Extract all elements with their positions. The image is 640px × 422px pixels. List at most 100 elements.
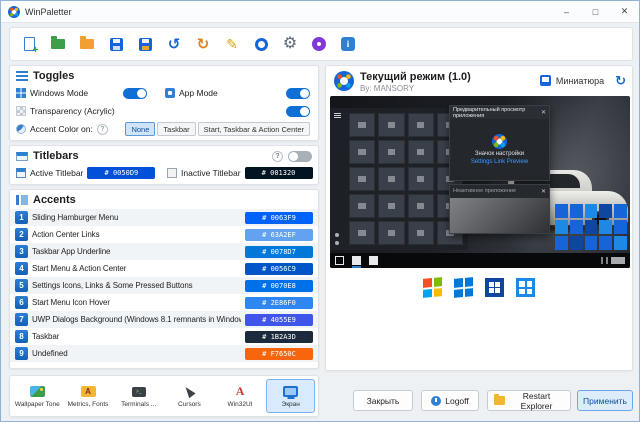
accent-color-chip[interactable]: # 63A2EF	[245, 229, 313, 241]
windows8-logo-icon[interactable]	[454, 277, 473, 298]
accent-color-chip[interactable]: # 0070E8	[245, 280, 313, 292]
apply-label: Применить	[583, 396, 627, 406]
accents-list: 1 Sliding Hamburger Menu # 0063F9 2 Acti…	[10, 209, 318, 362]
thumbnail-button[interactable]: Миниатюра	[556, 76, 604, 86]
accent-row-7[interactable]: 7 UWP Dialogs Background (Windows 8.1 re…	[10, 311, 318, 328]
windows11-logo-icon[interactable]	[516, 278, 535, 297]
accent-row-1[interactable]: 1 Sliding Hamburger Menu # 0063F9	[10, 209, 318, 226]
tab-win32ui[interactable]: Win32UI	[216, 379, 265, 413]
theme-preview-image: Предварительный просмотр приложения ✕ Зн…	[330, 96, 630, 268]
toolbar-settings-button[interactable]	[277, 31, 303, 57]
restart-explorer-button[interactable]: Restart Explorer	[487, 390, 571, 411]
accent-option-taskbar[interactable]: Taskbar	[157, 122, 195, 136]
accent-help-icon[interactable]: ?	[97, 124, 108, 135]
toolbar-undo-button[interactable]	[161, 31, 187, 57]
toolbar-info-button[interactable]: i	[335, 31, 361, 57]
toggles-list-icon	[16, 71, 28, 81]
accent-label: Settings Icons, Links & Some Pressed But…	[32, 281, 241, 290]
accent-color-chip[interactable]: # 1B2A3D	[245, 331, 313, 343]
titlebars-help-icon[interactable]: ?	[272, 151, 283, 162]
open-folder-icon	[80, 39, 94, 49]
accent-number-badge: 2	[15, 228, 28, 241]
accent-row-8[interactable]: 8 Taskbar # 1B2A3D	[10, 328, 318, 345]
app-mode-toggle[interactable]	[286, 88, 310, 99]
close-app-button[interactable]: Закрыть	[353, 390, 413, 411]
window-title: WinPaletter	[25, 7, 72, 17]
toolbar-import-button[interactable]	[45, 31, 71, 57]
toolbar-redo-button[interactable]	[190, 31, 216, 57]
toolbar-new-button[interactable]	[16, 31, 42, 57]
windows-mode-toggle[interactable]	[123, 88, 147, 99]
apply-button[interactable]: Применить	[577, 390, 633, 411]
accent-color-chip[interactable]: # F7650C	[245, 348, 313, 360]
toolbar-store-button[interactable]	[306, 31, 332, 57]
accent-row-3[interactable]: 3 Taskbar App Underline # 0078D7	[10, 243, 318, 260]
wallpaper-icon	[30, 386, 45, 397]
accent-number-badge: 9	[15, 347, 28, 360]
accent-row-5[interactable]: 5 Settings Icons, Links & Some Pressed B…	[10, 277, 318, 294]
accent-color-chip[interactable]: # 4055E9	[245, 314, 313, 326]
titlebars-toggle[interactable]	[288, 151, 312, 162]
tab-wallpaper-tone[interactable]: Wallpaper Tone	[13, 379, 62, 413]
page-tabs: Wallpaper Tone Metrics, Fonts Terminals …	[9, 375, 319, 417]
toolbar-save-button[interactable]	[103, 31, 129, 57]
accent-number-badge: 1	[15, 211, 28, 224]
user-icon	[335, 233, 339, 237]
windows10-logo-icon[interactable]	[485, 278, 504, 297]
taskbar-app-icon	[369, 256, 378, 265]
accent-label: Taskbar	[32, 332, 241, 341]
accent-row-4[interactable]: 4 Start Menu & Action Center # 0056C9	[10, 260, 318, 277]
tab-screen[interactable]: Экран	[266, 379, 315, 413]
tab-label: Metrics, Fonts	[68, 401, 109, 408]
tab-terminals[interactable]: Terminals ...	[114, 379, 163, 413]
settings-app-icon	[492, 134, 507, 149]
minimize-button[interactable]: –	[552, 1, 581, 23]
explorer-icon	[494, 396, 505, 405]
active-titlebar-label: Active Titlebar	[30, 168, 83, 178]
tab-label: Cursors	[178, 401, 201, 408]
inactive-titlebar-label: Inactive Titlebar	[181, 168, 241, 178]
screen-icon	[283, 386, 298, 397]
maximize-button[interactable]: □	[581, 1, 610, 23]
titlebars-header: Titlebars	[33, 150, 79, 162]
tab-label: Wallpaper Tone	[15, 401, 60, 408]
save-as-icon	[139, 38, 152, 51]
preview-close-icon: ✕	[541, 188, 546, 195]
accent-option-start-taskbar-ac[interactable]: Start, Taskbar & Action Center	[198, 122, 310, 136]
logoff-button[interactable]: Logoff	[421, 390, 479, 411]
accent-color-chip[interactable]: # 0078D7	[245, 246, 313, 258]
accents-section: Accents 1 Sliding Hamburger Menu # 0063F…	[9, 189, 319, 369]
windows-classic-logo-icon[interactable]	[423, 277, 442, 298]
tab-metrics-fonts[interactable]: Metrics, Fonts	[64, 379, 113, 413]
accent-color-chip[interactable]: # 0063F9	[245, 212, 313, 224]
toolbar-open-button[interactable]	[74, 31, 100, 57]
theme-title: Текущий режим (1.0)	[360, 71, 471, 84]
transparency-toggle[interactable]	[286, 106, 310, 117]
pencil-icon	[226, 37, 238, 52]
accent-option-none[interactable]: None	[125, 122, 155, 136]
window-titlebar[interactable]: WinPaletter – □ ✕	[1, 1, 639, 23]
refresh-icon[interactable]	[615, 74, 626, 87]
toggles-section: Toggles Windows Mode App Mode Transparen…	[9, 65, 319, 141]
toolbar-edit-button[interactable]	[219, 31, 245, 57]
accent-color-chip[interactable]: # 0056C9	[245, 263, 313, 275]
accent-color-chip[interactable]: # 2E86F0	[245, 297, 313, 309]
accent-label: Start Menu Icon Hover	[32, 298, 241, 307]
tab-cursors[interactable]: Cursors	[165, 379, 214, 413]
inactive-titlebar-color-chip[interactable]: # 001320	[245, 167, 313, 179]
tab-label: Экран	[282, 401, 300, 408]
app-logo-icon	[8, 6, 20, 18]
win32ui-icon	[236, 385, 245, 399]
toolbar-save-as-button[interactable]	[132, 31, 158, 57]
power-icon	[335, 241, 339, 245]
accent-row-6[interactable]: 6 Start Menu Icon Hover # 2E86F0	[10, 294, 318, 311]
close-icon[interactable]: ✕	[610, 1, 639, 23]
accent-row-9[interactable]: 9 Undefined # F7650C	[10, 345, 318, 362]
main-toolbar: i	[9, 27, 633, 61]
accent-label: Undefined	[32, 349, 241, 358]
toolbar-colors-button[interactable]	[248, 31, 274, 57]
active-window-title: Предварительный просмотр приложения	[453, 107, 539, 119]
system-tray-icons	[601, 257, 625, 264]
active-titlebar-color-chip[interactable]: # 0050D9	[87, 167, 155, 179]
accent-row-2[interactable]: 2 Action Center Links # 63A2EF	[10, 226, 318, 243]
